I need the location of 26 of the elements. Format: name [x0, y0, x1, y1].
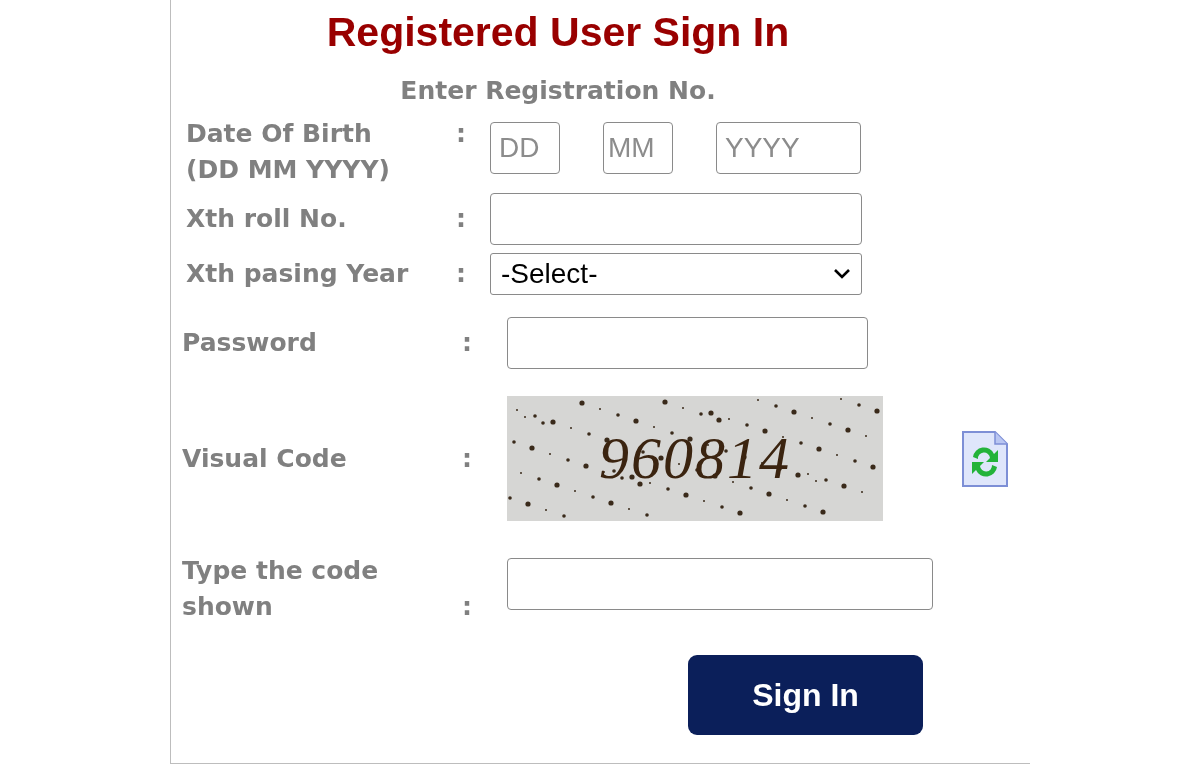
colon: : — [462, 442, 473, 475]
field-label: Xth roll No. — [186, 203, 348, 235]
field-label: Type the code shown — [182, 555, 380, 623]
colon: : — [456, 203, 467, 235]
date-input-field[interactable]: DD — [490, 122, 560, 174]
chevron-icon — [833, 268, 851, 280]
field-label: Xth pasing Year — [186, 258, 410, 290]
date-input-field[interactable]: MM — [603, 122, 673, 174]
colon: : — [462, 591, 473, 623]
date-input-field[interactable]: YYYY — [716, 122, 861, 174]
colon: : — [456, 118, 467, 150]
form-subtitle: Enter Registration No. — [399, 76, 717, 106]
field-label: (DD MM YYYY) — [186, 154, 391, 186]
refresh-icon[interactable] — [961, 429, 1009, 488]
field-label: Visual Code — [182, 442, 348, 475]
colon: : — [456, 258, 467, 290]
captcha-code: 960814 — [599, 424, 791, 493]
colon: : — [462, 327, 473, 359]
password-field[interactable] — [507, 317, 868, 369]
field-label: Password — [182, 327, 318, 359]
input-field[interactable] — [507, 558, 933, 610]
field-label: Date Of Birth — [186, 118, 373, 150]
select-field[interactable]: -Select- — [490, 253, 862, 295]
form-title: Registered User Sign In — [325, 8, 791, 56]
input-field[interactable] — [490, 193, 862, 245]
sign-in-button[interactable]: Sign In — [688, 655, 923, 735]
